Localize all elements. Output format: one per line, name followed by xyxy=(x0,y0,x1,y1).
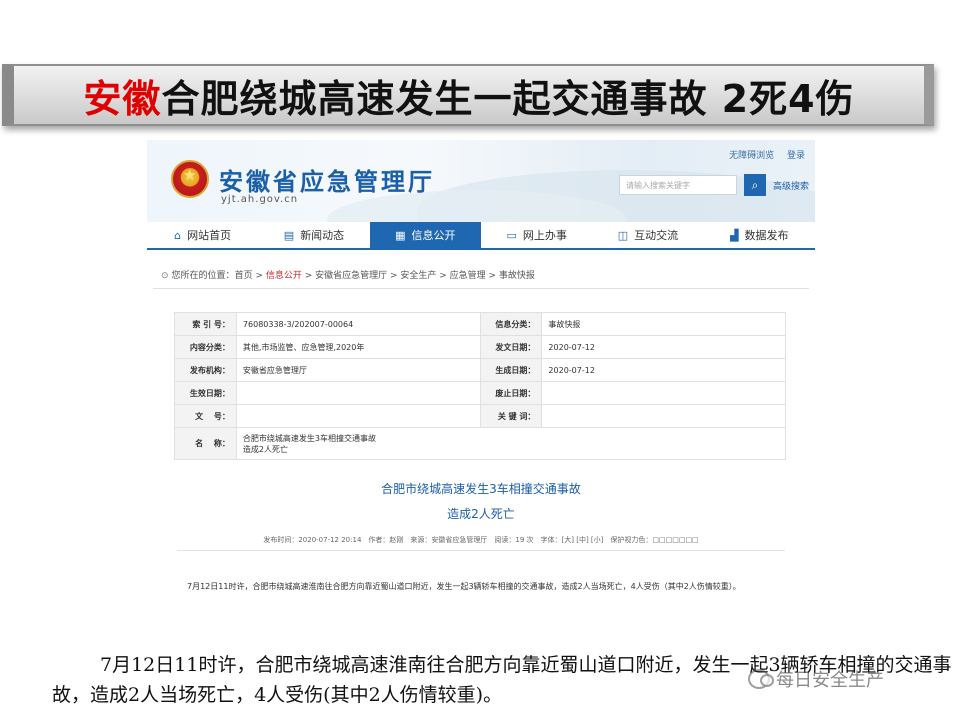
meta-label: 废止日期： xyxy=(479,381,543,405)
watermark-text: 每日安全生产 xyxy=(776,670,884,691)
meta-value xyxy=(235,381,481,405)
nav-item-label: 数据发布 xyxy=(744,229,789,242)
home-icon: ⌂ xyxy=(174,228,182,242)
meta-value: 事故快报 xyxy=(541,312,786,336)
main-nav: ⌂ 网站首页 ▤ 新闻动态 ▦ 信息公开 ▭ 网上办事 ◫ 互动交流 ▟ 数据发… xyxy=(147,222,815,250)
national-emblem-icon xyxy=(171,160,209,198)
meta-label: 发布机构： xyxy=(174,358,237,382)
nav-item-news[interactable]: ▤ 新闻动态 xyxy=(258,222,369,248)
nav-item-label: 信息公开 xyxy=(411,229,456,242)
meta-label: 生成日期： xyxy=(479,358,543,382)
nav-item-label: 新闻动态 xyxy=(300,229,345,242)
nav-item-data[interactable]: ▟ 数据发布 xyxy=(704,222,815,248)
table-row: 名 称： 合肥市绕城高速发生3车相撞交通事故 造成2人死亡 xyxy=(174,427,787,460)
article-body: 7月12日11时许，合肥市绕城高速淮南往合肥方向靠近蜀山道口附近，发生一起3辆轿… xyxy=(187,582,741,591)
search-icon[interactable]: ⌕ xyxy=(744,174,766,196)
divider xyxy=(177,550,785,551)
meta-value xyxy=(541,381,786,405)
breadcrumb: ⊙ 您所在的位置：首页 > 信息公开 > 安徽省应急管理厅 > 安全生产 > 应急… xyxy=(161,268,535,281)
news-icon: ▤ xyxy=(283,228,295,242)
slide-title: 安徽 合肥绕城高速发生一起交通事故 2死4伤 xyxy=(2,64,934,126)
breadcrumb-rest[interactable]: > 安徽省应急管理厅 > 安全生产 > 应急管理 > 事故快报 xyxy=(302,271,535,281)
slide-title-headline: 合肥绕城高速发生一起交通事故 2死4伤 xyxy=(161,76,855,121)
monitor-icon: ▭ xyxy=(506,228,517,242)
breadcrumb-prefix: 您所在的位置： xyxy=(171,271,235,281)
meta-label: 信息分类： xyxy=(479,312,543,336)
nav-item-info[interactable]: ▦ 信息公开 xyxy=(369,222,481,248)
meta-value: 2020-07-12 xyxy=(541,335,786,359)
meta-label: 名 称： xyxy=(174,427,237,460)
breadcrumb-separator: > xyxy=(252,271,266,281)
table-row: 索 引 号： 76080338-3/202007-00064 信息分类： 事故快… xyxy=(174,312,786,336)
location-pin-icon: ⊙ xyxy=(161,271,169,281)
website-screenshot: 安徽省应急管理厅 yjt.ah.gov.cn 无障碍浏览 登录 请输入搜索关键字… xyxy=(147,140,815,620)
meta-value: 其他,市场监管、应急管理,2020年 xyxy=(235,335,481,359)
meta-label: 索 引 号： xyxy=(174,312,237,336)
meta-label: 生效日期： xyxy=(174,381,237,405)
meta-value xyxy=(541,404,786,428)
nav-item-home[interactable]: ⌂ 网站首页 xyxy=(147,222,258,248)
chart-icon: ▟ xyxy=(730,228,739,242)
top-links: 无障碍浏览 登录 xyxy=(719,148,805,161)
site-domain: yjt.ah.gov.cn xyxy=(221,194,299,205)
divider xyxy=(153,288,809,289)
site-header: 安徽省应急管理厅 yjt.ah.gov.cn 无障碍浏览 登录 请输入搜索关键字… xyxy=(147,140,815,222)
breadcrumb-home[interactable]: 首页 xyxy=(235,271,253,281)
nav-item-services[interactable]: ▭ 网上办事 xyxy=(481,222,592,248)
info-icon: ▦ xyxy=(395,228,406,242)
article-subtitle: 造成2人死亡 xyxy=(447,507,515,521)
meta-name-line: 造成2人死亡 xyxy=(242,444,289,454)
table-row: 生效日期： 废止日期： xyxy=(174,381,786,405)
meta-value: 安徽省应急管理厅 xyxy=(235,358,481,382)
meta-value: 2020-07-12 xyxy=(541,358,786,382)
article-info: 发布时间：2020-07-12 20:14 作者：赵刚 来源：安徽省应急管理厅 … xyxy=(263,536,699,544)
meta-label: 文 号： xyxy=(174,404,237,428)
meta-label: 内容分类： xyxy=(174,335,237,359)
wechat-icon xyxy=(748,669,774,689)
chat-icon: ◫ xyxy=(617,228,629,242)
table-row: 内容分类： 其他,市场监管、应急管理,2020年 发文日期： 2020-07-1… xyxy=(174,335,786,359)
meta-label: 关 键 词： xyxy=(479,404,543,428)
watermark: 每日安全生产 xyxy=(748,666,884,692)
meta-value xyxy=(235,404,481,428)
accessibility-link[interactable]: 无障碍浏览 xyxy=(729,151,774,161)
meta-value: 76080338-3/202007-00064 xyxy=(235,312,481,336)
table-row: 文 号： 关 键 词： xyxy=(174,404,786,428)
nav-item-interaction[interactable]: ◫ 互动交流 xyxy=(592,222,703,248)
meta-name-line: 合肥市绕城高速发生3车相撞交通事故 xyxy=(242,433,377,443)
meta-value: 合肥市绕城高速发生3车相撞交通事故 造成2人死亡 xyxy=(235,427,787,460)
nav-item-label: 网站首页 xyxy=(187,229,232,242)
document-meta-table: 索 引 号： 76080338-3/202007-00064 信息分类： 事故快… xyxy=(174,312,787,460)
meta-label: 发文日期： xyxy=(479,335,543,359)
slide-title-province: 安徽 xyxy=(83,76,162,121)
breadcrumb-current[interactable]: 信息公开 xyxy=(266,271,302,281)
login-link[interactable]: 登录 xyxy=(787,151,805,161)
search-input[interactable]: 请输入搜索关键字 xyxy=(619,175,737,195)
site-name: 安徽省应急管理厅 xyxy=(219,168,435,196)
article-title: 合肥市绕城高速发生3车相撞交通事故 xyxy=(381,482,581,496)
advanced-search-link[interactable]: 高级搜索 xyxy=(773,179,809,192)
table-row: 发布机构： 安徽省应急管理厅 生成日期： 2020-07-12 xyxy=(174,358,786,382)
nav-item-label: 网上办事 xyxy=(522,229,567,242)
nav-item-label: 互动交流 xyxy=(634,229,679,242)
